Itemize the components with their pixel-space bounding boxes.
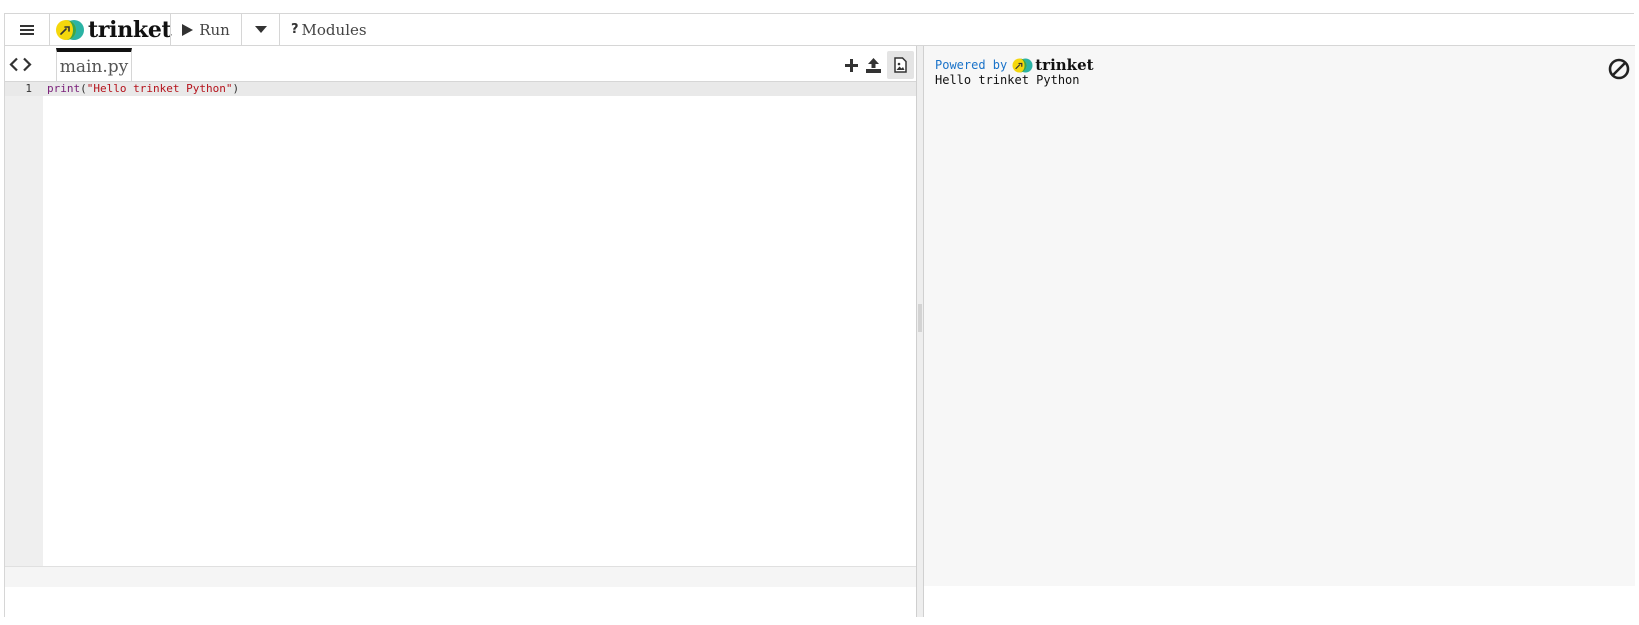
- image-icon: [894, 57, 907, 73]
- code-editor[interactable]: 1 print("Hello trinket Python"): [5, 82, 916, 566]
- clear-output-button[interactable]: [1607, 57, 1631, 81]
- pane-splitter[interactable]: [917, 46, 924, 617]
- add-file-button[interactable]: [840, 52, 862, 78]
- toolbar-divider: [49, 14, 50, 45]
- play-icon: [182, 23, 194, 36]
- modules-label: Modules: [301, 20, 367, 39]
- hamburger-menu-icon: [20, 24, 34, 35]
- line-number: 1: [25, 82, 32, 95]
- trinket-logo-icon: [1012, 58, 1033, 72]
- code-string-token: "Hello trinket Python": [86, 82, 233, 95]
- image-library-button[interactable]: [887, 51, 914, 79]
- run-button[interactable]: Run: [171, 14, 241, 45]
- top-toolbar: trinket Run ? Modules: [5, 14, 1635, 46]
- trinket-logo-icon: [56, 19, 84, 40]
- splitter-handle[interactable]: [918, 304, 922, 332]
- question-icon: ?: [291, 22, 299, 37]
- editor-actions: [840, 51, 914, 79]
- run-label: Run: [199, 20, 230, 39]
- upload-file-button[interactable]: [862, 52, 884, 78]
- code-paren-token: (: [80, 82, 87, 95]
- add-file-icon: [844, 58, 858, 72]
- menu-button[interactable]: [5, 14, 49, 45]
- code-paren-token: ): [232, 82, 240, 95]
- code-builtin-token: print: [47, 82, 81, 95]
- chevron-left-icon: [9, 57, 18, 71]
- line-number-gutter: [5, 82, 43, 566]
- toolbar-divider: [279, 14, 280, 45]
- file-tab-label: main.py: [59, 56, 129, 77]
- trinket-app: trinket Run ? Modules main.py 1 print("H…: [4, 13, 1635, 617]
- caret-down-icon: [254, 26, 267, 33]
- toggle-code-output-button[interactable]: [9, 56, 32, 72]
- editor-pane: main.py 1 print("Hello trinket Python"): [5, 46, 917, 617]
- upload-icon: [865, 57, 881, 73]
- block-icon: [1608, 58, 1630, 80]
- trinket-logo[interactable]: trinket: [55, 14, 172, 45]
- chevron-right-icon: [23, 57, 32, 71]
- modules-button[interactable]: ? Modules: [291, 14, 367, 45]
- brand-name: trinket: [88, 16, 172, 43]
- console-output: Hello trinket Python: [935, 73, 1080, 87]
- output-pane: Powered by trinket Hello trinket Python: [924, 46, 1635, 586]
- powered-by-label: Powered by: [935, 58, 1008, 72]
- file-tab-main-py[interactable]: main.py: [56, 48, 132, 81]
- editor-tab-bar: main.py: [5, 46, 916, 82]
- run-options-dropdown[interactable]: [242, 14, 279, 45]
- editor-status-bar: [5, 566, 916, 587]
- code-line[interactable]: print("Hello trinket Python"): [47, 82, 239, 96]
